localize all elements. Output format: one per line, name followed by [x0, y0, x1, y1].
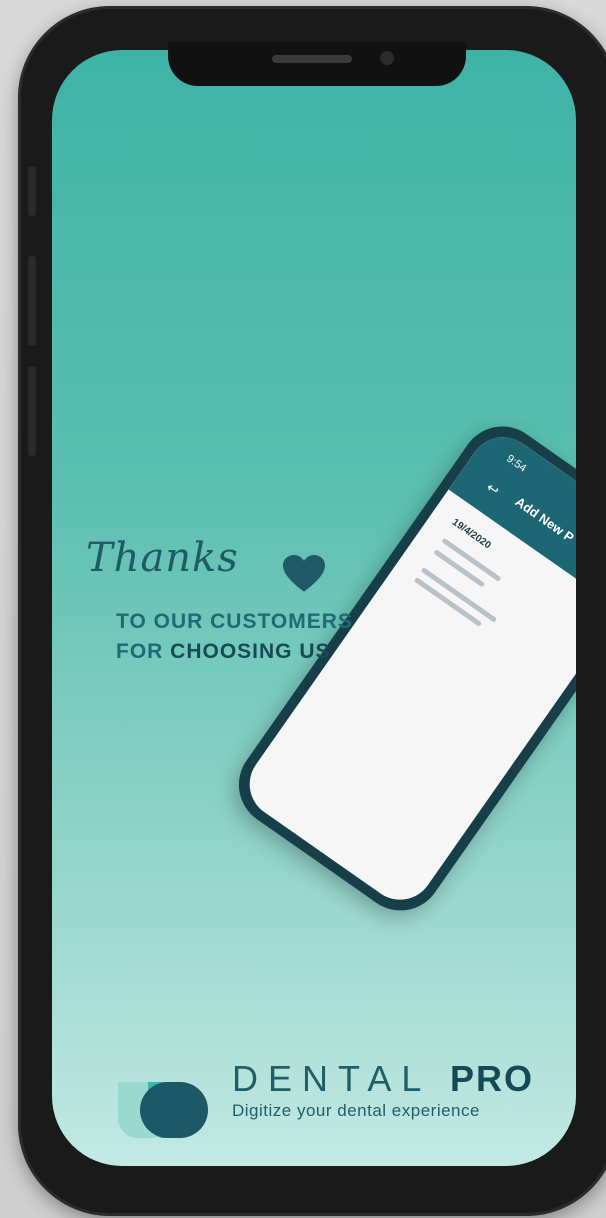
splash-screen: 9:54 ↩ Add New P 19/4/2020 [52, 50, 576, 1166]
thanks-line-1: TO OUR CUSTOMERS [116, 610, 353, 633]
brand-tagline: Digitize your dental experience [232, 1101, 480, 1120]
mockup-phone: 9:54 ↩ Add New P 19/4/2020 [222, 410, 576, 927]
back-arrow-icon: ↩ [483, 478, 503, 499]
brand-name: DENTAL PRO [232, 1058, 534, 1100]
mockup-time: 9:54 [504, 452, 529, 475]
brand-name-part2: PRO [450, 1058, 535, 1099]
mockup-screen: 9:54 ↩ Add New P 19/4/2020 [236, 423, 576, 913]
mockup-text-line [420, 567, 498, 623]
thanks-script-text: Thanks [86, 535, 239, 581]
speaker-grille [272, 55, 352, 63]
volume-up-button [28, 256, 36, 346]
mute-switch [28, 166, 36, 216]
mockup-title: Add New P [512, 493, 576, 546]
mockup-header: 9:54 ↩ Add New P [448, 423, 576, 610]
phone-notch [168, 42, 466, 86]
volume-down-button [28, 366, 36, 456]
thanks-line-2: FOR CHOOSING US [116, 640, 331, 664]
thanks-line-2-accent: CHOOSING US [170, 640, 331, 663]
front-camera [380, 51, 394, 65]
dental-pro-logo-icon [118, 1082, 208, 1138]
thanks-line-2-prefix: FOR [116, 640, 171, 663]
heart-icon [283, 555, 325, 592]
brand-name-part1: DENTAL [232, 1058, 451, 1099]
